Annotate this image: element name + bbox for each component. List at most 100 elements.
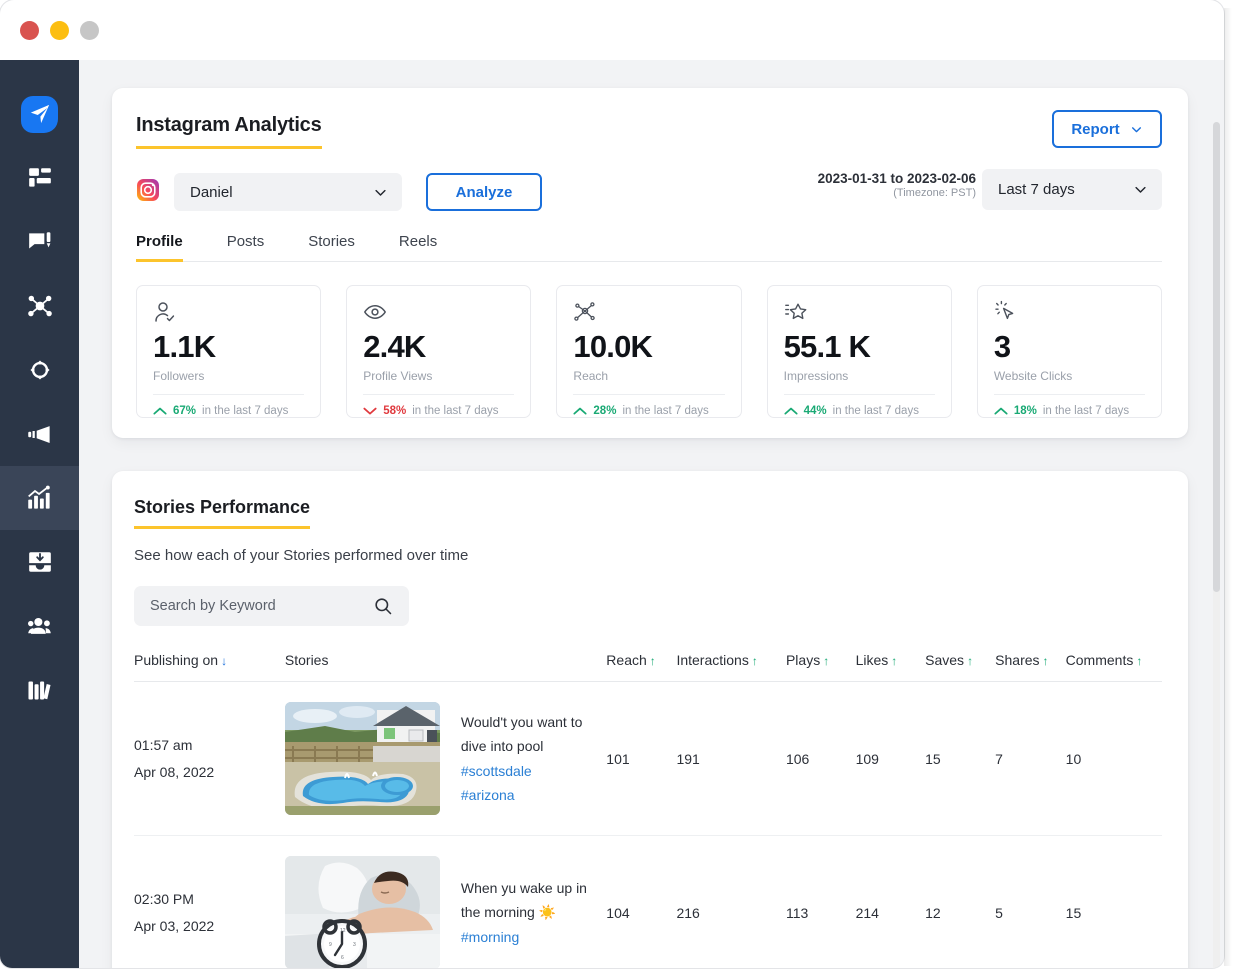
- story-hashtag[interactable]: #morning: [461, 925, 593, 950]
- cell-shares: 7: [995, 682, 1065, 836]
- metric-change-suffix: in the last 7 days: [833, 405, 919, 417]
- cell-likes: 214: [856, 836, 926, 969]
- analytics-tabs: Profile Posts Stories Reels: [136, 233, 1162, 262]
- metric-label: Profile Views: [363, 369, 514, 383]
- sidebar-item-discovery[interactable]: [0, 338, 79, 402]
- users-group-icon: [26, 613, 53, 640]
- tab-posts[interactable]: Posts: [227, 233, 265, 262]
- metric-change: 28% in the last 7 days: [573, 394, 724, 417]
- sidebar-item-inbox[interactable]: [0, 530, 79, 594]
- svg-text:9: 9: [329, 942, 332, 948]
- sidebar-item-team[interactable]: [0, 594, 79, 658]
- story-thumbnail-pool-house[interactable]: [285, 702, 440, 815]
- column-header-interactions[interactable]: Interactions↑: [676, 652, 786, 682]
- search-input[interactable]: [150, 598, 350, 614]
- story-thumbnail-man-sleeping[interactable]: 12369: [285, 856, 440, 968]
- story-hashtag[interactable]: #scottsdale: [461, 759, 593, 784]
- cell-interactions: 216: [676, 836, 786, 969]
- tab-stories[interactable]: Stories: [308, 233, 355, 262]
- column-header-plays[interactable]: Plays↑: [786, 652, 856, 682]
- story-caption-text: When yu wake up in the morning ☀️: [461, 880, 587, 921]
- metric-card-followers: 1.1K Followers 67% in the last 7 days: [136, 285, 321, 418]
- user-check-icon: [153, 300, 304, 326]
- metric-change: 44% in the last 7 days: [784, 394, 935, 417]
- stories-table-body: 01:57 am Apr 08, 2022: [134, 682, 1162, 969]
- grid-dashboard-icon: [27, 165, 53, 191]
- metric-change-pct: 18%: [1014, 405, 1037, 417]
- cell-reach: 101: [606, 682, 676, 836]
- chevron-down-icon: [373, 185, 388, 200]
- column-header-saves[interactable]: Saves↑: [925, 652, 995, 682]
- timezone-text: (Timezone: PST): [818, 187, 976, 199]
- cell-shares: 5: [995, 836, 1065, 969]
- minimize-window-button[interactable]: [50, 21, 69, 40]
- column-header-likes[interactable]: Likes↑: [856, 652, 926, 682]
- left-sidebar: [0, 60, 79, 968]
- analyze-button[interactable]: Analyze: [426, 173, 542, 211]
- analyze-button-label: Analyze: [456, 184, 513, 201]
- metric-label: Followers: [153, 369, 304, 383]
- sidebar-item-campaigns[interactable]: [0, 402, 79, 466]
- svg-text:6: 6: [341, 955, 344, 961]
- cell-saves: 15: [925, 682, 995, 836]
- sort-asc-icon: ↑: [891, 654, 897, 668]
- table-row[interactable]: 01:57 am Apr 08, 2022: [134, 682, 1162, 836]
- metric-change-pct: 44%: [804, 405, 827, 417]
- table-row[interactable]: 02:30 PM Apr 03, 2022: [134, 836, 1162, 969]
- metric-change-suffix: in the last 7 days: [622, 405, 708, 417]
- publish-time: 02:30 PM: [134, 886, 285, 913]
- column-header-shares[interactable]: Shares↑: [995, 652, 1065, 682]
- column-header-comments[interactable]: Comments↑: [1066, 652, 1162, 682]
- metric-change: 18% in the last 7 days: [994, 394, 1145, 417]
- search-icon[interactable]: [373, 596, 393, 616]
- scrollbar-thumb[interactable]: [1213, 122, 1220, 592]
- metric-card-website-clicks: 3 Website Clicks 18% in the last 7 days: [977, 285, 1162, 418]
- date-range-select[interactable]: Last 7 days: [982, 169, 1162, 210]
- svg-text:3: 3: [353, 942, 356, 948]
- metric-label: Impressions: [784, 369, 935, 383]
- stories-table: Publishing on↓ Stories Reach↑ Interactio…: [134, 652, 1162, 968]
- compass-icon: [27, 357, 53, 383]
- column-header-stories[interactable]: Stories: [285, 652, 606, 682]
- tab-profile[interactable]: Profile: [136, 233, 183, 262]
- sidebar-item-logo[interactable]: [0, 82, 79, 146]
- star-sparkle-icon: [784, 300, 935, 326]
- report-button-label: Report: [1071, 121, 1119, 138]
- network-nodes-icon: [27, 293, 53, 319]
- account-select[interactable]: Daniel: [174, 173, 402, 211]
- sidebar-item-compose[interactable]: [0, 210, 79, 274]
- bar-chart-trend-icon: [26, 485, 53, 512]
- metric-change-pct: 58%: [383, 405, 406, 417]
- cell-saves: 12: [925, 836, 995, 969]
- report-button[interactable]: Report: [1052, 110, 1162, 148]
- tab-reels[interactable]: Reels: [399, 233, 437, 262]
- column-header-publishing-on[interactable]: Publishing on↓: [134, 652, 285, 682]
- sidebar-item-dashboard[interactable]: [0, 146, 79, 210]
- maximize-window-button[interactable]: [80, 21, 99, 40]
- metric-change-suffix: in the last 7 days: [1043, 405, 1129, 417]
- metric-change-suffix: in the last 7 days: [202, 405, 288, 417]
- column-label: Comments: [1066, 652, 1134, 668]
- sort-asc-icon: ↑: [752, 654, 758, 668]
- story-hashtag[interactable]: #arizona: [461, 783, 593, 808]
- metric-value: 55.1 K: [784, 331, 935, 364]
- inbox-download-icon: [27, 549, 53, 575]
- stories-search-box[interactable]: [134, 586, 409, 626]
- column-header-reach[interactable]: Reach↑: [606, 652, 676, 682]
- sidebar-item-library[interactable]: [0, 658, 79, 722]
- column-label: Saves: [925, 652, 964, 668]
- cell-publishing-on: 02:30 PM Apr 03, 2022: [134, 836, 285, 969]
- metric-value: 1.1K: [153, 331, 304, 364]
- metric-value: 3: [994, 331, 1145, 364]
- sort-asc-icon: ↑: [650, 654, 656, 668]
- column-label: Publishing on: [134, 652, 218, 668]
- close-window-button[interactable]: [20, 21, 39, 40]
- column-label: Shares: [995, 652, 1039, 668]
- arrow-up-icon: [994, 406, 1008, 416]
- cell-comments: 15: [1066, 836, 1162, 969]
- column-label: Likes: [856, 652, 889, 668]
- sidebar-item-analytics[interactable]: [0, 466, 79, 530]
- traffic-light-buttons: [20, 21, 99, 40]
- sidebar-item-network[interactable]: [0, 274, 79, 338]
- stories-section-title: Stories Performance: [134, 497, 310, 529]
